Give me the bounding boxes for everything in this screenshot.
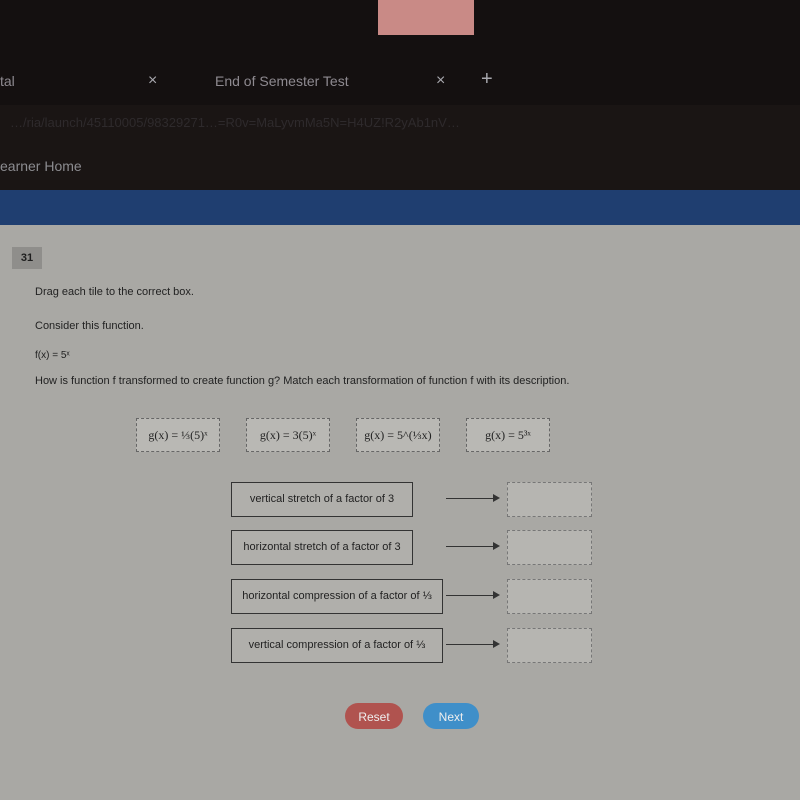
description-vertical-compression: vertical compression of a factor of ⅓ xyxy=(231,628,443,663)
question-page: 31 Drag each tile to the correct box. Co… xyxy=(0,225,800,800)
learner-home-link[interactable]: earner Home xyxy=(0,158,82,174)
arrow-icon xyxy=(446,591,500,599)
close-tab-icon[interactable]: × xyxy=(148,72,157,90)
browser-tab-bar: tal × End of Semester Test × + xyxy=(0,0,800,105)
description-horizontal-stretch: horizontal stretch of a factor of 3 xyxy=(231,530,413,565)
address-bar[interactable]: …/ria/launch/45110005/98329271…=R0v=MaLy… xyxy=(10,115,800,130)
photo-glare xyxy=(378,0,474,35)
tile-three-times[interactable]: g(x) = 3(5)ˣ xyxy=(246,418,330,452)
drop-box-3[interactable] xyxy=(507,579,592,614)
drop-box-4[interactable] xyxy=(507,628,592,663)
question-prompt: How is function f transformed to create … xyxy=(35,375,570,387)
arrow-icon xyxy=(446,494,500,502)
description-vertical-stretch: vertical stretch of a factor of 3 xyxy=(231,482,413,517)
tile-exponent-one-third[interactable]: g(x) = 5^(⅓x) xyxy=(356,418,440,452)
tile-one-third-times[interactable]: g(x) = ⅓(5)ˣ xyxy=(136,418,220,452)
header-bar xyxy=(0,190,800,225)
tab-previous[interactable]: tal xyxy=(0,73,15,89)
arrow-icon xyxy=(446,542,500,550)
description-horizontal-compression: horizontal compression of a factor of ⅓ xyxy=(231,579,443,614)
drop-box-1[interactable] xyxy=(507,482,592,517)
question-number: 31 xyxy=(12,247,42,269)
instruction: Drag each tile to the correct box. xyxy=(35,286,194,298)
tile-exponent-three[interactable]: g(x) = 5³ˣ xyxy=(466,418,550,452)
consider-text: Consider this function. xyxy=(35,320,144,332)
next-button[interactable]: Next xyxy=(423,703,479,729)
close-tab-icon[interactable]: × xyxy=(436,72,445,90)
new-tab-icon[interactable]: + xyxy=(481,68,493,91)
drop-box-2[interactable] xyxy=(507,530,592,565)
function-definition: f(x) = 5ˣ xyxy=(35,350,70,361)
reset-button[interactable]: Reset xyxy=(345,703,403,729)
tab-end-of-semester-test[interactable]: End of Semester Test xyxy=(215,73,349,89)
arrow-icon xyxy=(446,640,500,648)
